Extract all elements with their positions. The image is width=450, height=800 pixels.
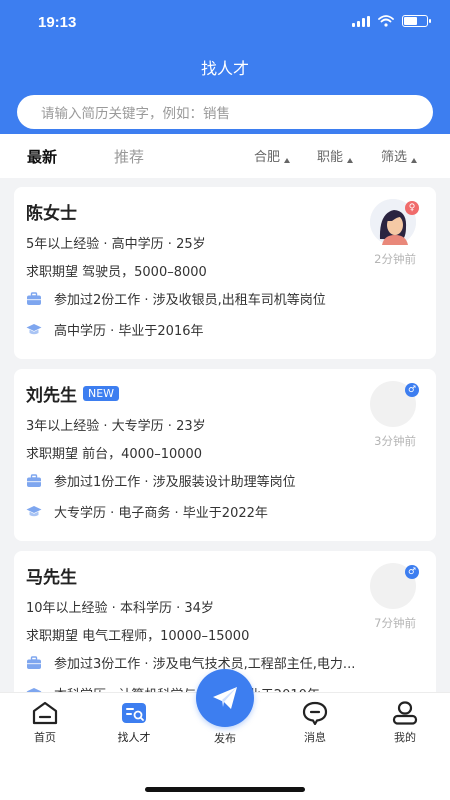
tab-latest[interactable]: 最新: [27, 146, 57, 167]
candidate-expectation: 求职期望 电气工程师，10000–15000: [26, 629, 250, 644]
candidate-name: 陈女士: [26, 204, 77, 224]
candidate-summary: 3年以上经验 · 大专学历 · 23岁: [26, 419, 206, 434]
candidate-name: 刘先生: [26, 386, 77, 406]
avatar: ♂: [370, 563, 419, 609]
tab-mine[interactable]: 我的: [375, 701, 435, 745]
wifi-icon: [378, 15, 394, 27]
home-indicator[interactable]: [145, 787, 305, 792]
page-title: 找人才: [200, 59, 249, 78]
education-row: 高中学历 · 毕业于2016年: [26, 320, 203, 339]
tab-mine-label: 我的: [394, 731, 416, 744]
status-bar: 19:13: [0, 0, 450, 44]
female-icon: ♀: [405, 201, 419, 215]
candidate-summary: 10年以上经验 · 本科学历 · 34岁: [26, 601, 214, 616]
tab-messages[interactable]: 消息: [285, 701, 345, 745]
education-text: 高中学历 · 毕业于2016年: [54, 324, 204, 339]
publish-button[interactable]: [196, 669, 254, 727]
resume-card[interactable]: 陈女士 5年以上经验 · 高中学历 · 25岁 求职期望 驾驶员，5000–80…: [14, 187, 436, 359]
briefcase-icon: [27, 473, 41, 487]
time-ago: 3分钟前: [374, 434, 416, 448]
education-row: 大专学历 · 电子商务 · 毕业于2022年: [26, 502, 268, 521]
tab-publish-label[interactable]: 发布: [196, 730, 254, 746]
find-talent-icon: [122, 703, 146, 723]
filter-city[interactable]: 合肥: [254, 146, 291, 165]
resume-card[interactable]: 刘先生 NEW 3年以上经验 · 大专学历 · 23岁 求职期望 前台，4000…: [14, 369, 436, 541]
status-icons: [352, 15, 431, 27]
candidate-name-row: 陈女士: [26, 199, 77, 224]
candidate-expectation: 求职期望 前台，4000–10000: [26, 447, 203, 462]
triangle-down-icon: [347, 158, 354, 163]
male-icon: ♂: [405, 383, 419, 397]
tab-messages-label: 消息: [304, 731, 326, 744]
triangle-down-icon: [411, 158, 418, 163]
search-input[interactable]: 请输入简历关键字，例如：销售: [17, 95, 433, 129]
header: 19:13 找人才 请输入简历关键字，例如：销售: [0, 0, 450, 134]
candidate-expectation: 求职期望 驾驶员，5000–8000: [26, 265, 207, 280]
tab-home[interactable]: 首页: [15, 701, 75, 745]
new-badge: NEW: [83, 386, 120, 401]
time-ago: 7分钟前: [374, 616, 416, 630]
work-experience-text: 参加过1份工作 · 涉及服装设计助理等岗位: [54, 475, 296, 490]
tab-bar-top: 最新 推荐 合肥 职能 筛选: [0, 134, 450, 178]
home-icon: [32, 701, 58, 725]
status-time: 19:13: [38, 14, 77, 31]
signal-icon: [352, 15, 370, 27]
candidate-name: 马先生: [26, 568, 77, 588]
time-ago: 2分钟前: [374, 252, 416, 266]
triangle-down-icon: [284, 158, 291, 163]
filter-screen[interactable]: 筛选: [381, 146, 418, 165]
filter-function[interactable]: 职能: [317, 146, 354, 165]
message-icon: [302, 701, 328, 725]
tab-recommend[interactable]: 推荐: [114, 146, 144, 167]
filter-function-label: 职能: [317, 150, 344, 165]
tab-talent[interactable]: 找人才: [104, 701, 164, 745]
avatar: ♀: [370, 199, 419, 245]
graduation-cap-icon: [26, 506, 42, 517]
work-experience-row: 参加过1份工作 · 涉及服装设计助理等岗位: [26, 471, 296, 490]
graduation-cap-icon: [26, 324, 42, 335]
profile-icon: [392, 701, 418, 725]
work-experience-text: 参加过3份工作 · 涉及电气技术员,工程部主任,电力...: [54, 657, 356, 672]
tab-talent-label: 找人才: [117, 731, 151, 744]
battery-icon: [402, 15, 431, 27]
candidate-name-row: 刘先生 NEW: [26, 381, 120, 406]
bottom-tab-bar: 首页 找人才 发布 消息 我的: [0, 669, 450, 800]
tab-home-label: 首页: [34, 731, 56, 744]
briefcase-icon: [27, 655, 41, 669]
paper-plane-icon: [213, 687, 237, 709]
filter-screen-label: 筛选: [381, 150, 408, 165]
work-experience-row: 参加过3份工作 · 涉及电气技术员,工程部主任,电力...: [26, 653, 355, 672]
briefcase-icon: [27, 291, 41, 305]
avatar: ♂: [370, 381, 419, 427]
candidate-name-row: 马先生: [26, 563, 77, 588]
male-icon: ♂: [405, 565, 419, 579]
candidate-summary: 5年以上经验 · 高中学历 · 25岁: [26, 237, 206, 252]
filter-city-label: 合肥: [254, 150, 281, 165]
education-text: 大专学历 · 电子商务 · 毕业于2022年: [54, 506, 268, 521]
search-placeholder: 请输入简历关键字，例如：销售: [41, 106, 230, 122]
work-experience-text: 参加过2份工作 · 涉及收银员,出租车司机等岗位: [54, 293, 326, 308]
work-experience-row: 参加过2份工作 · 涉及收银员,出租车司机等岗位: [26, 289, 326, 308]
